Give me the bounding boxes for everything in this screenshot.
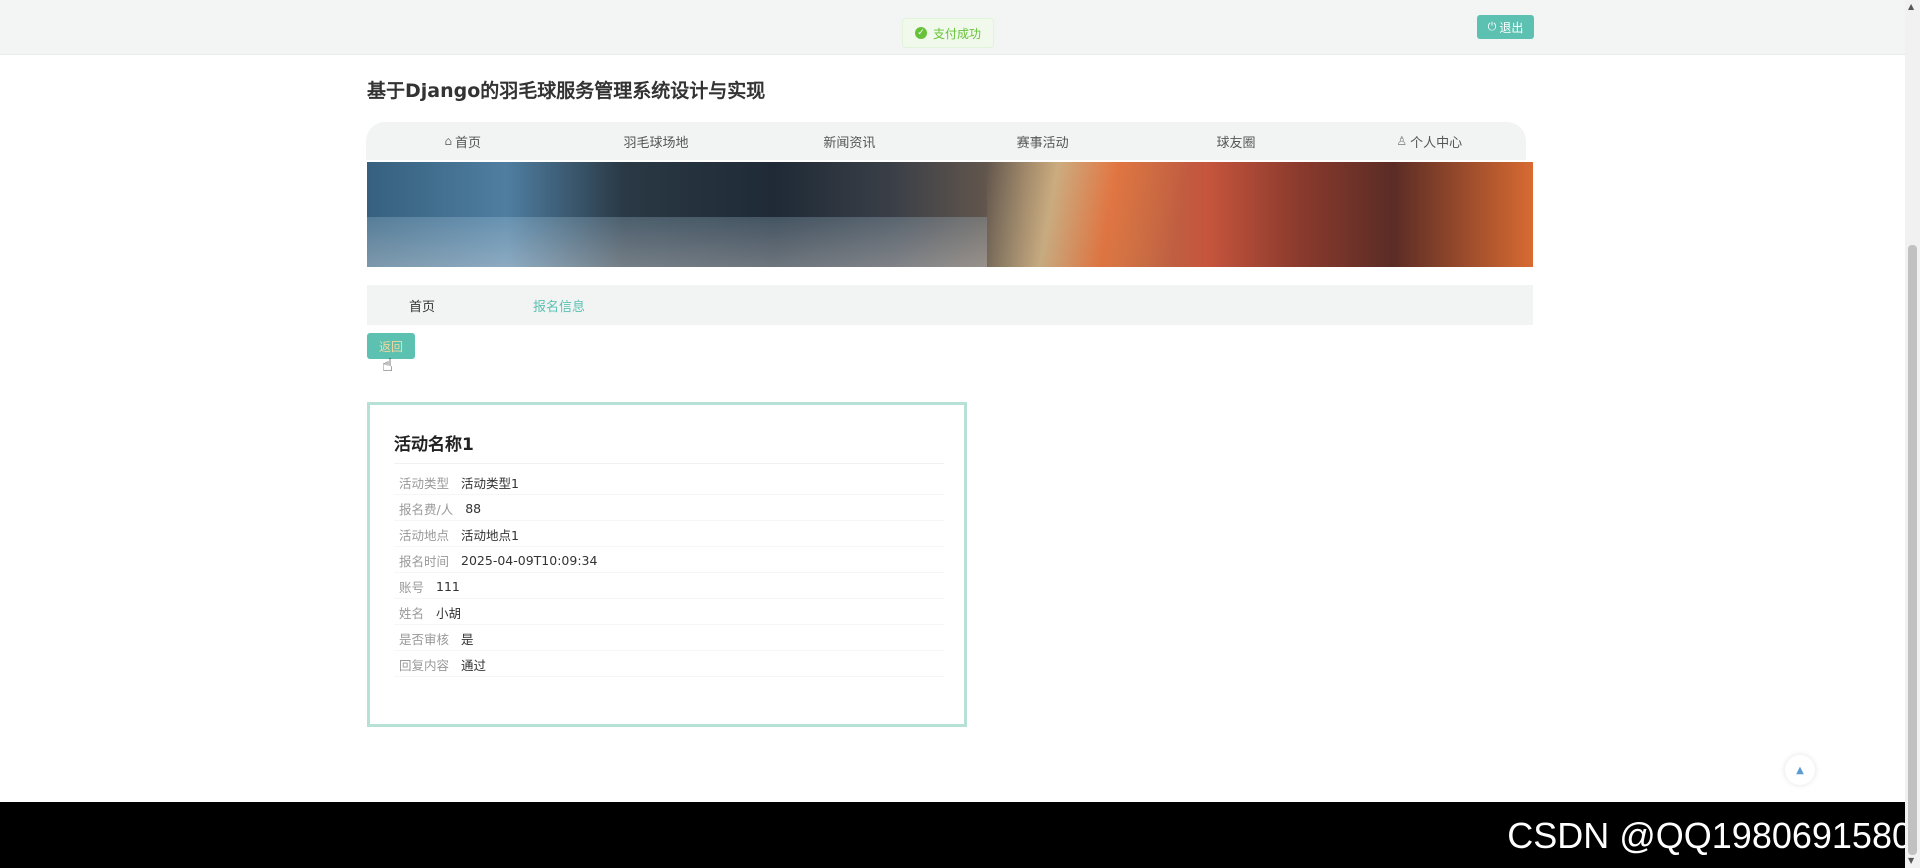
divider <box>394 572 944 573</box>
field-label: 账号 <box>399 579 425 595</box>
field-value: 活动类型1 <box>461 475 519 491</box>
field-value: 通过 <box>461 657 487 673</box>
power-icon: ⏻ <box>1487 20 1497 33</box>
divider <box>394 624 944 625</box>
home-icon: ⌂ <box>444 134 452 148</box>
logout-button[interactable]: ⏻ 退出 <box>1477 15 1534 39</box>
vertical-scrollbar[interactable]: ▲ ▼ <box>1905 0 1920 868</box>
nav-item-label: 新闻资讯 <box>823 135 876 151</box>
nav-item-label: 羽毛球场地 <box>623 135 689 151</box>
field-reviewed: 是否审核 是 <box>399 628 474 648</box>
scroll-down-arrow-icon[interactable]: ▼ <box>1908 856 1914 865</box>
main-navigation: ⌂ 首页 羽毛球场地 新闻资讯 赛事活动 球友圈 ♙ 个人中心 <box>366 122 1526 160</box>
nav-item-home[interactable]: ⌂ 首页 <box>366 132 559 151</box>
field-label: 活动类型 <box>399 475 450 491</box>
field-label: 姓名 <box>399 605 425 621</box>
breadcrumb-current: 报名信息 <box>533 299 586 315</box>
breadcrumb-home[interactable]: 首页 <box>409 296 435 315</box>
field-label: 回复内容 <box>399 657 450 673</box>
nav-item-label: 首页 <box>454 135 481 151</box>
field-name: 姓名 小胡 <box>399 602 461 622</box>
field-label: 报名费/人 <box>399 501 454 517</box>
field-value: 2025-04-09T10:09:34 <box>461 552 598 568</box>
field-value: 活动地点1 <box>461 527 519 543</box>
banner-image <box>367 162 1533 267</box>
registration-detail-card: 活动名称1 活动类型 活动类型1 报名费/人 88 活动地点 活动地点1 报名时… <box>367 402 967 727</box>
site-title: 基于Django的羽毛球服务管理系统设计与实现 <box>367 80 766 102</box>
field-value: 88 <box>465 500 482 516</box>
field-value: 是 <box>461 631 474 647</box>
nav-item-label: 赛事活动 <box>1016 135 1069 151</box>
field-reply: 回复内容 通过 <box>399 654 486 674</box>
nav-item-community[interactable]: 球友圈 <box>1139 132 1332 151</box>
top-header: ✓ 支付成功 ⏻ 退出 <box>0 0 1905 55</box>
nav-item-events[interactable]: 赛事活动 <box>946 132 1139 151</box>
banner-water-reflection <box>367 217 987 267</box>
field-value: 111 <box>436 578 460 594</box>
nav-item-profile[interactable]: ♙ 个人中心 <box>1333 132 1526 151</box>
field-location: 活动地点 活动地点1 <box>399 524 519 544</box>
divider <box>394 546 944 547</box>
caret-up-icon: ▲ <box>1796 764 1804 776</box>
divider <box>394 520 944 521</box>
field-activity-type: 活动类型 活动类型1 <box>399 472 519 492</box>
nav-item-label: 球友圈 <box>1216 135 1256 151</box>
toast-message: 支付成功 <box>932 26 981 41</box>
back-to-top-button[interactable]: ▲ <box>1785 755 1815 785</box>
user-icon: ♙ <box>1396 134 1408 148</box>
field-value: 小胡 <box>436 605 462 621</box>
nav-item-news[interactable]: 新闻资讯 <box>753 132 946 151</box>
activity-title: 活动名称1 <box>394 435 474 455</box>
nav-item-label: 个人中心 <box>1410 135 1463 151</box>
divider <box>394 676 944 677</box>
field-label: 报名时间 <box>399 553 450 569</box>
banner-light-trails <box>987 162 1207 267</box>
hand-cursor-icon: ☝ <box>382 355 393 376</box>
logout-label: 退出 <box>1499 20 1524 35</box>
watermark: CSDN @QQ1980691580 <box>1507 815 1912 856</box>
field-fee: 报名费/人 88 <box>399 498 481 518</box>
divider <box>394 650 944 651</box>
breadcrumb: 首页 报名信息 <box>367 285 1533 325</box>
divider <box>394 463 944 464</box>
field-label: 活动地点 <box>399 527 450 543</box>
divider <box>394 598 944 599</box>
divider <box>394 494 944 495</box>
scrollbar-thumb[interactable] <box>1908 245 1917 855</box>
nav-item-courts[interactable]: 羽毛球场地 <box>559 132 752 151</box>
check-circle-icon: ✓ <box>914 27 927 39</box>
success-toast: ✓ 支付成功 <box>902 18 994 48</box>
scroll-up-arrow-icon[interactable]: ▲ <box>1908 2 1914 11</box>
field-label: 是否审核 <box>399 631 450 647</box>
field-signup-time: 报名时间 2025-04-09T10:09:34 <box>399 550 597 570</box>
field-account: 账号 111 <box>399 576 460 596</box>
